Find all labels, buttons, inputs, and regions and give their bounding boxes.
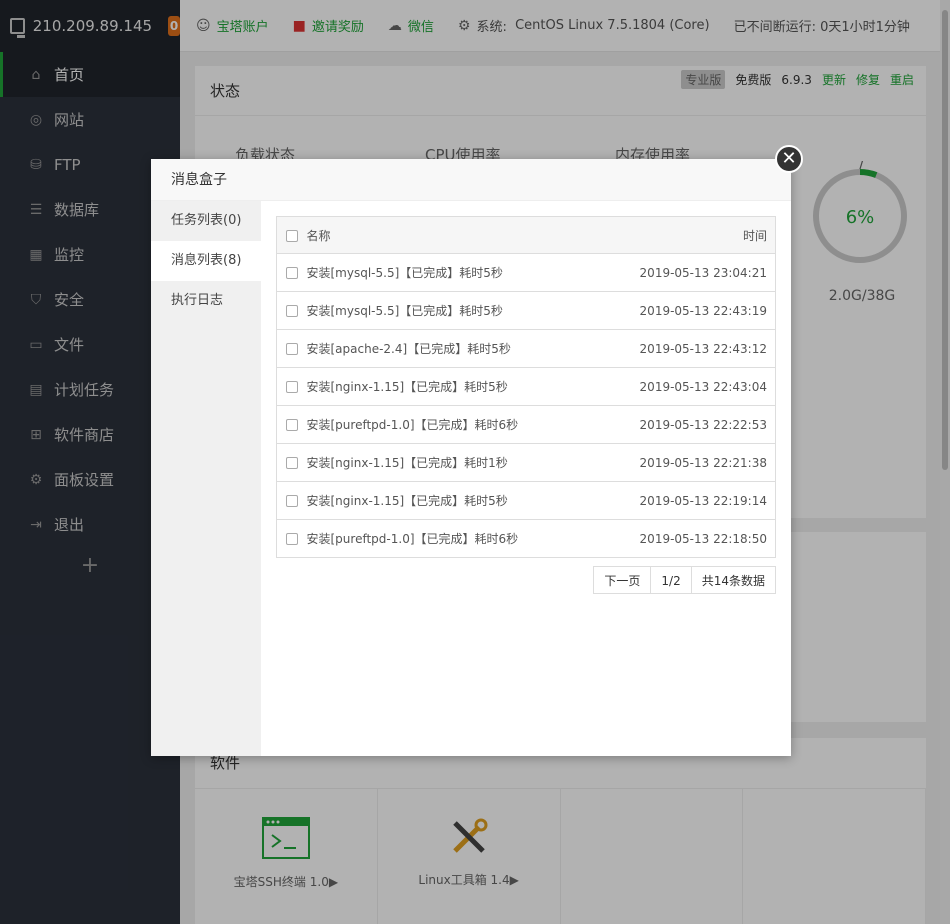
tab-task-list[interactable]: 任务列表(0)	[151, 201, 261, 241]
column-time: 时间	[592, 216, 776, 254]
page-indicator: 1/2	[650, 566, 692, 594]
table-row: 安装[nginx-1.15]【已完成】耗时5秒 2019-05-13 22:43:…	[276, 367, 776, 406]
table-row: 安装[mysql-5.5]【已完成】耗时5秒 2019-05-13 22:43:1…	[276, 291, 776, 330]
row-checkbox[interactable]	[285, 419, 298, 431]
row-name: 安装[mysql-5.5]【已完成】耗时5秒	[306, 253, 593, 292]
row-name: 安装[nginx-1.15]【已完成】耗时5秒	[306, 367, 593, 406]
row-time: 2019-05-13 22:18:50	[592, 519, 776, 558]
message-table: 名称 时间 安装[mysql-5.5]【已完成】耗时5秒 2019-05-13 2…	[276, 216, 776, 558]
dialog-body: 名称 时间 安装[mysql-5.5]【已完成】耗时5秒 2019-05-13 2…	[276, 216, 776, 594]
next-page-button[interactable]: 下一页	[593, 566, 652, 594]
row-time: 2019-05-13 22:22:53	[592, 405, 776, 444]
table-body: 安装[mysql-5.5]【已完成】耗时5秒 2019-05-13 23:04:2…	[276, 253, 776, 558]
row-name: 安装[apache-2.4]【已完成】耗时5秒	[306, 329, 593, 368]
row-time: 2019-05-13 22:43:12	[592, 329, 776, 368]
table-header-row: 名称 时间	[276, 216, 776, 254]
row-name: 安装[pureftpd-1.0]【已完成】耗时6秒	[306, 519, 593, 558]
row-time: 2019-05-13 22:43:04	[592, 367, 776, 406]
row-checkbox[interactable]	[285, 343, 298, 355]
table-row: 安装[nginx-1.15]【已完成】耗时1秒 2019-05-13 22:21:…	[276, 443, 776, 482]
row-name: 安装[nginx-1.15]【已完成】耗时5秒	[306, 481, 593, 520]
dialog-title: 消息盒子	[151, 159, 791, 201]
dialog-tabs: 任务列表(0) 消息列表(8) 执行日志	[151, 201, 261, 756]
table-row: 安装[nginx-1.15]【已完成】耗时5秒 2019-05-13 22:19:…	[276, 481, 776, 520]
row-time: 2019-05-13 22:21:38	[592, 443, 776, 482]
total-count: 共14条数据	[690, 566, 776, 594]
row-checkbox[interactable]	[285, 457, 298, 469]
tab-message-list[interactable]: 消息列表(8)	[151, 241, 261, 281]
row-name: 安装[nginx-1.15]【已完成】耗时1秒	[306, 443, 593, 482]
table-row: 安装[mysql-5.5]【已完成】耗时5秒 2019-05-13 23:04:2…	[276, 253, 776, 292]
row-checkbox[interactable]	[285, 533, 298, 545]
close-button[interactable]: ✕	[775, 145, 803, 173]
row-time: 2019-05-13 22:43:19	[592, 291, 776, 330]
select-all-checkbox[interactable]	[285, 229, 298, 242]
row-time: 2019-05-13 23:04:21	[592, 253, 776, 292]
row-time: 2019-05-13 22:19:14	[592, 481, 776, 520]
close-icon: ✕	[781, 148, 797, 169]
table-row: 安装[pureftpd-1.0]【已完成】耗时6秒 2019-05-13 22:1…	[276, 519, 776, 558]
row-checkbox[interactable]	[285, 495, 298, 507]
row-name: 安装[mysql-5.5]【已完成】耗时5秒	[306, 291, 593, 330]
table-row: 安装[apache-2.4]【已完成】耗时5秒 2019-05-13 22:43:…	[276, 329, 776, 368]
tab-execution-log[interactable]: 执行日志	[151, 281, 261, 321]
row-checkbox[interactable]	[285, 305, 298, 317]
row-checkbox[interactable]	[285, 381, 298, 393]
row-name: 安装[pureftpd-1.0]【已完成】耗时6秒	[306, 405, 593, 444]
table-row: 安装[pureftpd-1.0]【已完成】耗时6秒 2019-05-13 22:2…	[276, 405, 776, 444]
select-all-cell	[276, 216, 307, 254]
column-name: 名称	[306, 216, 593, 254]
message-box-dialog: 消息盒子 ✕ 任务列表(0) 消息列表(8) 执行日志 名称 时间 安装[mys…	[151, 145, 803, 756]
pagination: 下一页 1/2 共14条数据	[276, 566, 776, 594]
row-checkbox[interactable]	[285, 267, 298, 279]
